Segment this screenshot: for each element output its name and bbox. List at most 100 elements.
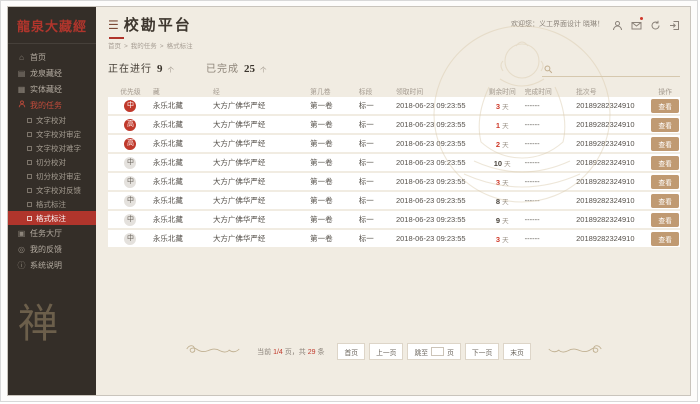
- cell-completed-time: ------: [523, 196, 574, 205]
- cell-sutra: 大方广佛华严经: [211, 119, 308, 130]
- col-header-volume: 第几卷: [308, 86, 357, 96]
- search-input[interactable]: [553, 64, 680, 74]
- view-button[interactable]: 查看: [651, 175, 679, 189]
- cell-remaining-time: 1 天: [480, 120, 523, 130]
- next-page-button[interactable]: 下一页: [465, 343, 499, 360]
- remaining-unit: 天: [502, 123, 509, 130]
- sub-item-icon: [27, 188, 32, 193]
- cell-received-time: 2018-06-23 09:23:55: [394, 158, 480, 167]
- cell-canon: 永乐北藏: [151, 157, 211, 168]
- history-icon[interactable]: [650, 18, 661, 29]
- view-button[interactable]: 查看: [651, 194, 679, 208]
- view-button[interactable]: 查看: [651, 213, 679, 227]
- canon-icon: ▤: [17, 69, 26, 78]
- tab-completed[interactable]: 已完成 25 个: [206, 59, 267, 77]
- flourish-ornament-left: [182, 342, 244, 361]
- view-button[interactable]: 查看: [651, 118, 679, 132]
- sidebar-item-label: 格式标注: [36, 199, 66, 210]
- hamburger-icon[interactable]: ☰: [108, 19, 119, 31]
- tab-in-progress[interactable]: 正在进行 9 个: [108, 59, 174, 77]
- breadcrumb-my-tasks[interactable]: 我的任务: [131, 43, 157, 50]
- sidebar-item-longquan-canon[interactable]: ▤ 龙泉藏经: [8, 65, 96, 81]
- cell-volume: 第一卷: [308, 119, 357, 130]
- message-icon[interactable]: [631, 18, 642, 29]
- sidebar-item-segment-proofread[interactable]: 切分校对: [8, 155, 96, 169]
- sidebar-item-format-annotation[interactable]: 格式标注: [8, 197, 96, 211]
- sidebar-item-text-proofread-review[interactable]: 文字校对审定: [8, 127, 96, 141]
- view-button[interactable]: 查看: [651, 137, 679, 151]
- sidebar-item-label: 切分校对: [36, 157, 66, 168]
- cell-section: 标一: [357, 233, 394, 244]
- sidebar-item-segment-proofread-review[interactable]: 切分校对审定: [8, 169, 96, 183]
- cell-canon: 永乐北藏: [151, 119, 211, 130]
- pagination-current-label: 当前: [257, 349, 271, 356]
- sidebar-item-text-proofread-hard-chars[interactable]: 文字校对难字: [8, 141, 96, 155]
- top-bar: ☰ 校勘平台 首页>我的任务>格式标注 欢迎您：义工界面设计 晓琳！: [108, 14, 680, 50]
- cell-completed-time: ------: [523, 120, 574, 129]
- cell-canon: 永乐北藏: [151, 138, 211, 149]
- cell-remaining-time: 3 天: [480, 177, 523, 187]
- jump-page-input[interactable]: [431, 347, 444, 356]
- table-row: 中 永乐北藏 大方广佛华严经 第一卷 标一 2018-06-23 09:23:5…: [108, 154, 680, 171]
- tabs-row: 正在进行 9 个 已完成 25 个: [108, 59, 680, 77]
- priority-badge: 中: [124, 233, 136, 245]
- first-page-button[interactable]: 首页: [337, 343, 365, 360]
- priority-badge: 中: [124, 157, 136, 169]
- cell-batch-number: 20189282324910: [574, 177, 648, 186]
- sub-item-icon: [27, 174, 32, 179]
- sidebar-item-entity-canon[interactable]: ▦ 实体藏经: [8, 81, 96, 97]
- cell-batch-number: 20189282324910: [574, 234, 648, 243]
- sidebar-item-home[interactable]: ⌂ 首页: [8, 49, 96, 65]
- tab-unit: 个: [168, 67, 175, 74]
- tab-count: 25: [244, 63, 255, 75]
- prev-page-button[interactable]: 上一页: [369, 343, 403, 360]
- breadcrumb-home[interactable]: 首页: [108, 43, 121, 50]
- col-header-section: 标段: [357, 86, 394, 96]
- sidebar-item-task-hall[interactable]: ▣ 任务大厅: [8, 225, 96, 241]
- sub-item-icon: [27, 160, 32, 165]
- view-button[interactable]: 查看: [651, 232, 679, 246]
- sidebar-item-label: 文字校对审定: [36, 129, 81, 140]
- sidebar-item-text-proofread[interactable]: 文字校对: [8, 113, 96, 127]
- sidebar-item-label: 格式标注: [36, 213, 66, 224]
- sidebar-item-label: 实体藏经: [30, 84, 62, 95]
- view-button[interactable]: 查看: [651, 156, 679, 170]
- cell-sutra: 大方广佛华严经: [211, 157, 308, 168]
- sidebar-item-label: 我的任务: [30, 100, 62, 111]
- priority-badge: 中: [124, 100, 136, 112]
- task-hall-icon: ▣: [17, 229, 26, 238]
- sidebar-item-label: 首页: [30, 52, 46, 63]
- user-icon[interactable]: [612, 18, 623, 29]
- sidebar-item-format-annotation-active[interactable]: 格式标注: [8, 211, 96, 225]
- search-icon: [544, 65, 553, 74]
- cell-sutra: 大方广佛华严经: [211, 195, 308, 206]
- sidebar-item-system-info[interactable]: ⓘ 系统说明: [8, 257, 96, 273]
- table-row: 中 永乐北藏 大方广佛华严经 第一卷 标一 2018-06-23 09:23:5…: [108, 230, 680, 247]
- remaining-days: 2: [496, 140, 500, 149]
- remaining-days: 3: [496, 102, 500, 111]
- priority-badge: 高: [124, 119, 136, 131]
- cell-section: 标一: [357, 176, 394, 187]
- title-accent-line: [109, 37, 124, 39]
- remaining-unit: 天: [502, 104, 509, 111]
- cell-volume: 第一卷: [308, 214, 357, 225]
- last-page-button[interactable]: 末页: [503, 343, 531, 360]
- cell-batch-number: 20189282324910: [574, 139, 648, 148]
- cell-sutra: 大方广佛华严经: [211, 176, 308, 187]
- sidebar-item-text-proofread-feedback[interactable]: 文字校对反馈: [8, 183, 96, 197]
- user-area: 欢迎您：义工界面设计 晓琳！: [511, 18, 680, 29]
- view-button[interactable]: 查看: [651, 99, 679, 113]
- remaining-unit: 天: [502, 199, 509, 206]
- cell-volume: 第一卷: [308, 233, 357, 244]
- sidebar-item-my-tasks[interactable]: 我的任务: [8, 97, 96, 113]
- sidebar-item-my-feedback[interactable]: ◎ 我的反馈: [8, 241, 96, 257]
- cell-sutra: 大方广佛华严经: [211, 138, 308, 149]
- cell-remaining-time: 10 天: [480, 158, 523, 168]
- col-header-canon: 藏: [151, 86, 211, 96]
- logout-icon[interactable]: [669, 18, 680, 29]
- cell-received-time: 2018-06-23 09:23:55: [394, 177, 480, 186]
- priority-badge: 高: [124, 138, 136, 150]
- jump-page-control[interactable]: 跳至 页: [407, 343, 460, 360]
- tab-count: 9: [157, 63, 163, 75]
- cell-section: 标一: [357, 138, 394, 149]
